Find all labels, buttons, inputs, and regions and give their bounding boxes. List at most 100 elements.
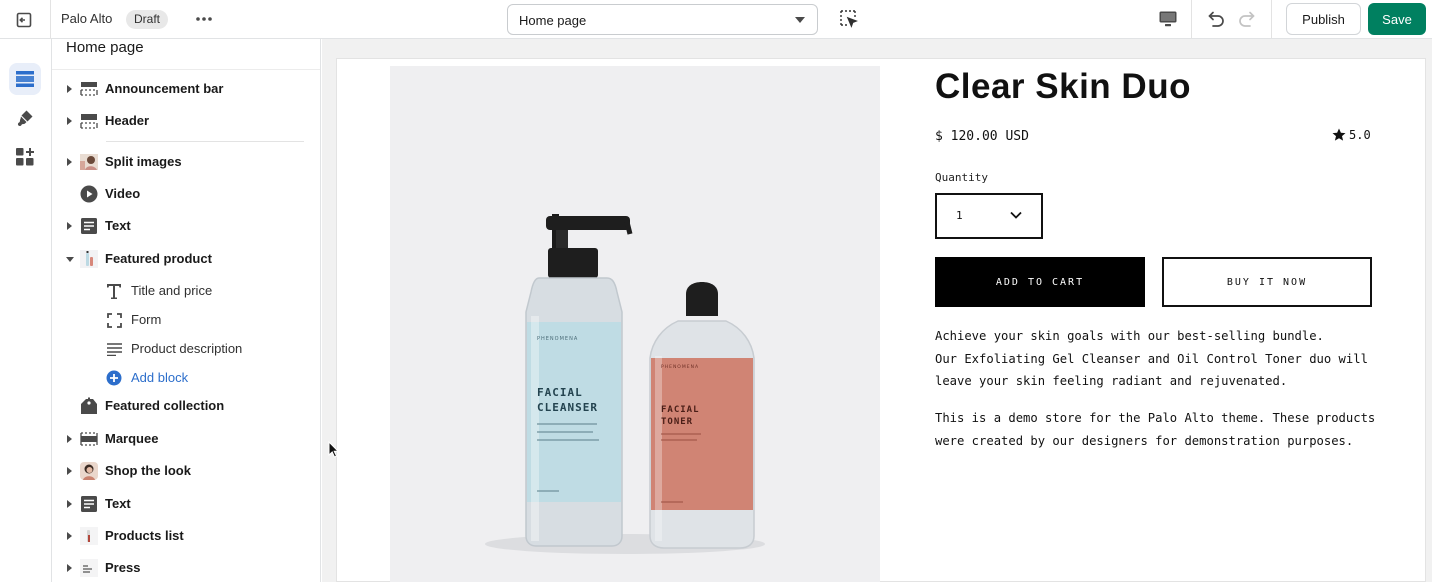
section-products-list[interactable]: Products list bbox=[52, 522, 320, 550]
chevron-down-icon bbox=[1010, 211, 1022, 219]
buy-it-now-button[interactable]: BUY IT NOW bbox=[1162, 257, 1372, 307]
status-badge: Draft bbox=[126, 10, 169, 29]
theme-name: Palo Alto bbox=[61, 11, 113, 26]
sections-sidebar: Home page Announcement bar Header Split … bbox=[52, 39, 321, 582]
section-video[interactable]: Video bbox=[52, 180, 320, 208]
publish-button[interactable]: Publish bbox=[1286, 3, 1361, 35]
divider bbox=[50, 0, 51, 39]
product-title: Clear Skin Duo bbox=[935, 67, 1191, 106]
divider bbox=[1271, 0, 1272, 39]
mouse-cursor-icon bbox=[328, 441, 340, 458]
product-description-paragraph: Achieve your skin goals with our best-se… bbox=[935, 329, 1368, 388]
section-announcement-bar[interactable]: Announcement bar bbox=[52, 75, 320, 103]
page-selector-value: Home page bbox=[519, 13, 587, 28]
expand-arrow-icon[interactable] bbox=[67, 435, 72, 443]
expand-arrow-icon[interactable] bbox=[67, 564, 72, 572]
product-price: $ 120.00 USD bbox=[935, 129, 1029, 144]
section-marquee[interactable]: Marquee bbox=[52, 425, 320, 453]
featured-product-thumb-icon bbox=[80, 250, 98, 268]
section-label: Split images bbox=[105, 154, 182, 169]
demo-store-notice-paragraph: This is a demo store for the Palo Alto t… bbox=[935, 411, 1376, 448]
section-featured-product[interactable]: Featured product bbox=[52, 245, 320, 273]
save-button[interactable]: Save bbox=[1368, 3, 1426, 35]
expand-arrow-icon[interactable] bbox=[67, 532, 72, 540]
undo-button[interactable] bbox=[1203, 7, 1227, 31]
description-icon bbox=[105, 340, 123, 358]
section-label: Text bbox=[105, 496, 131, 511]
section-shop-the-look[interactable]: Shop the look bbox=[52, 457, 320, 485]
section-label: Announcement bar bbox=[105, 81, 224, 96]
rating-value: 5.0 bbox=[1349, 128, 1371, 142]
add-block-label: Add block bbox=[131, 370, 189, 385]
toner-name-line2: TONER bbox=[661, 417, 693, 427]
quantity-select[interactable]: 1 bbox=[935, 193, 1043, 239]
section-press[interactable]: Press bbox=[52, 554, 320, 582]
undo-icon bbox=[1208, 11, 1224, 27]
text-icon bbox=[81, 496, 97, 512]
section-label: Marquee bbox=[105, 431, 159, 446]
section-text[interactable]: Text bbox=[52, 490, 320, 518]
section-split-images[interactable]: Split images bbox=[52, 148, 320, 176]
add-block-button[interactable]: Add block bbox=[52, 364, 320, 390]
divider bbox=[1191, 0, 1192, 39]
block-form[interactable]: Form bbox=[52, 306, 320, 332]
star-icon bbox=[1332, 128, 1346, 141]
exit-icon bbox=[16, 12, 32, 28]
redo-icon bbox=[1239, 11, 1255, 27]
product-rating: 5.0 bbox=[1332, 128, 1371, 142]
rail-sections-button[interactable] bbox=[9, 63, 41, 95]
collapse-arrow-icon[interactable] bbox=[66, 257, 74, 262]
editor-icon-rail bbox=[0, 39, 52, 582]
toner-name-line1: FACIAL bbox=[661, 405, 700, 415]
sidebar-title: Home page bbox=[66, 39, 144, 56]
page-selector[interactable]: Home page bbox=[507, 4, 818, 35]
shop-the-look-thumb-icon bbox=[80, 462, 98, 480]
collection-tag-icon bbox=[81, 397, 97, 414]
expand-arrow-icon[interactable] bbox=[67, 222, 72, 230]
product-image: PHENOMENA FACIAL CLEANSER PHENOMENA FACI… bbox=[390, 66, 880, 582]
expand-arrow-icon[interactable] bbox=[67, 85, 72, 93]
toner-brand-text: PHENOMENA bbox=[661, 364, 699, 370]
expand-arrow-icon[interactable] bbox=[67, 158, 72, 166]
theme-settings-icon bbox=[17, 110, 33, 127]
block-product-description[interactable]: Product description bbox=[52, 335, 320, 361]
desktop-icon bbox=[1159, 11, 1177, 27]
quantity-value: 1 bbox=[956, 209, 963, 222]
bottle-brand-text: PHENOMENA bbox=[537, 336, 578, 342]
announcement-bar-icon bbox=[80, 82, 98, 96]
marquee-icon bbox=[80, 432, 98, 446]
rail-app-embeds-button[interactable] bbox=[9, 141, 41, 173]
section-label: Video bbox=[105, 186, 141, 201]
expand-arrow-icon[interactable] bbox=[67, 500, 72, 508]
form-icon bbox=[105, 311, 123, 329]
video-icon bbox=[80, 185, 98, 203]
app-embeds-icon bbox=[16, 148, 34, 166]
block-label: Product description bbox=[131, 341, 243, 356]
product-bottles-illustration: PHENOMENA FACIAL CLEANSER PHENOMENA FACI… bbox=[485, 214, 765, 554]
device-preview-button[interactable] bbox=[1156, 8, 1180, 30]
section-featured-collection[interactable]: Featured collection bbox=[52, 392, 320, 420]
expand-arrow-icon[interactable] bbox=[67, 467, 72, 475]
block-label: Title and price bbox=[131, 283, 213, 298]
section-label: Products list bbox=[105, 528, 184, 543]
more-horizontal-icon bbox=[196, 17, 212, 21]
theme-actions-button[interactable] bbox=[193, 9, 215, 29]
section-text[interactable]: Text bbox=[52, 212, 320, 240]
section-header[interactable]: Header bbox=[52, 107, 320, 135]
sections-icon bbox=[16, 71, 34, 87]
expand-arrow-icon[interactable] bbox=[67, 117, 72, 125]
cleanser-name-line2: CLEANSER bbox=[537, 401, 598, 414]
add-to-cart-button[interactable]: ADD TO CART bbox=[935, 257, 1145, 307]
rail-theme-settings-button[interactable] bbox=[9, 102, 41, 134]
exit-editor-button[interactable] bbox=[12, 8, 36, 32]
redo-button[interactable] bbox=[1236, 7, 1260, 31]
section-label: Shop the look bbox=[105, 463, 191, 478]
divider bbox=[106, 141, 304, 142]
block-title-and-price[interactable]: Title and price bbox=[52, 277, 320, 303]
title-icon bbox=[105, 282, 123, 300]
section-label: Featured collection bbox=[105, 398, 225, 413]
inspector-toggle-button[interactable] bbox=[838, 8, 860, 30]
section-label: Header bbox=[105, 113, 150, 128]
select-cursor-icon bbox=[840, 10, 858, 28]
cleanser-name-line1: FACIAL bbox=[537, 386, 583, 399]
